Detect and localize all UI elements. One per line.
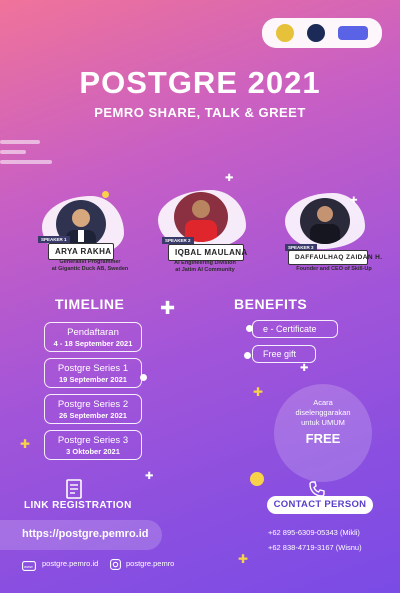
footer-website[interactable]: postgre.pemro.id — [42, 559, 98, 568]
timeline-item: Pendaftaran 4 - 18 September 2021 — [44, 322, 142, 352]
registration-link-bg[interactable]: https://postgre.pemro.id — [0, 520, 162, 550]
benefit-item: e - Certificate — [252, 320, 338, 338]
benefits-heading: BENEFITS — [234, 296, 308, 312]
sparkle-icon: ✚ — [253, 385, 264, 399]
sparkle-icon: ✚ — [225, 173, 234, 184]
timeline-item: Postgre Series 3 3 Oktober 2021 — [44, 430, 142, 460]
speaker-role: Generalist Programmer at Gigantic Duck A… — [51, 259, 129, 273]
university-logo-icon — [276, 24, 295, 42]
sparkle-icon: ✚ — [20, 437, 31, 451]
sparkle-icon: ✚ — [238, 552, 249, 566]
event-logo-icon — [337, 26, 368, 40]
decor-dot — [244, 352, 251, 359]
contact-phone[interactable]: +62 838-4719-3167 (Wisnu) — [268, 543, 362, 552]
decor-dot — [102, 191, 109, 198]
benefit-item: Free gift — [252, 345, 316, 363]
web-icon: www — [22, 558, 36, 571]
contact-heading: CONTACT PERSON — [267, 496, 373, 514]
page-subtitle: PEMRO SHARE, TALK & GREET — [94, 105, 306, 120]
speaker-photo-iqbal — [174, 192, 228, 242]
sparkle-icon: ✚ — [300, 363, 309, 374]
svg-text:www: www — [24, 564, 33, 569]
registration-link[interactable]: https://postgre.pemro.id — [0, 520, 162, 540]
timeline-item: Postgre Series 1 19 September 2021 — [44, 358, 142, 388]
speaker-name: IQBAL MAULANA — [168, 244, 247, 261]
contact-phone[interactable]: +62 895-6309-05343 (Mikli) — [268, 528, 360, 537]
decor-stripe — [0, 150, 26, 154]
instagram-icon — [110, 557, 121, 570]
footer-instagram[interactable]: postgre.pemro — [126, 559, 174, 568]
registration-heading: LINK REGISTRATION — [24, 500, 132, 511]
page-title: POSTGRE 2021 — [79, 65, 321, 100]
sparkle-icon: ✚ — [160, 298, 176, 318]
free-badge: Acara diselenggarakan untuk UMUM FREE — [274, 384, 372, 482]
decor-stripe — [0, 140, 40, 144]
speaker-tag: SPEAKER 1 — [38, 236, 70, 243]
timeline-item: Postgre Series 2 26 September 2021 — [44, 394, 142, 424]
speaker-role: Founder and CEO of Skill-Up — [296, 266, 372, 272]
timeline-heading: TIMELINE — [55, 296, 125, 312]
speaker-tag: SPEAKER 2 — [162, 237, 194, 244]
decor-stripe — [0, 160, 52, 164]
speaker-role: AI Engineering Division at Jatim AI Comm… — [174, 260, 236, 274]
organization-logo-icon — [306, 24, 325, 42]
speaker-name: ARYA RAKHA — [48, 243, 114, 260]
form-icon — [64, 478, 86, 500]
speaker-photo-daffa — [300, 198, 350, 244]
decor-dot — [250, 472, 264, 486]
speaker-name: DAFFAULHAQ ZAIDAN H. — [288, 250, 382, 265]
partner-logos — [262, 18, 382, 48]
sparkle-icon: ✚ — [145, 471, 154, 482]
